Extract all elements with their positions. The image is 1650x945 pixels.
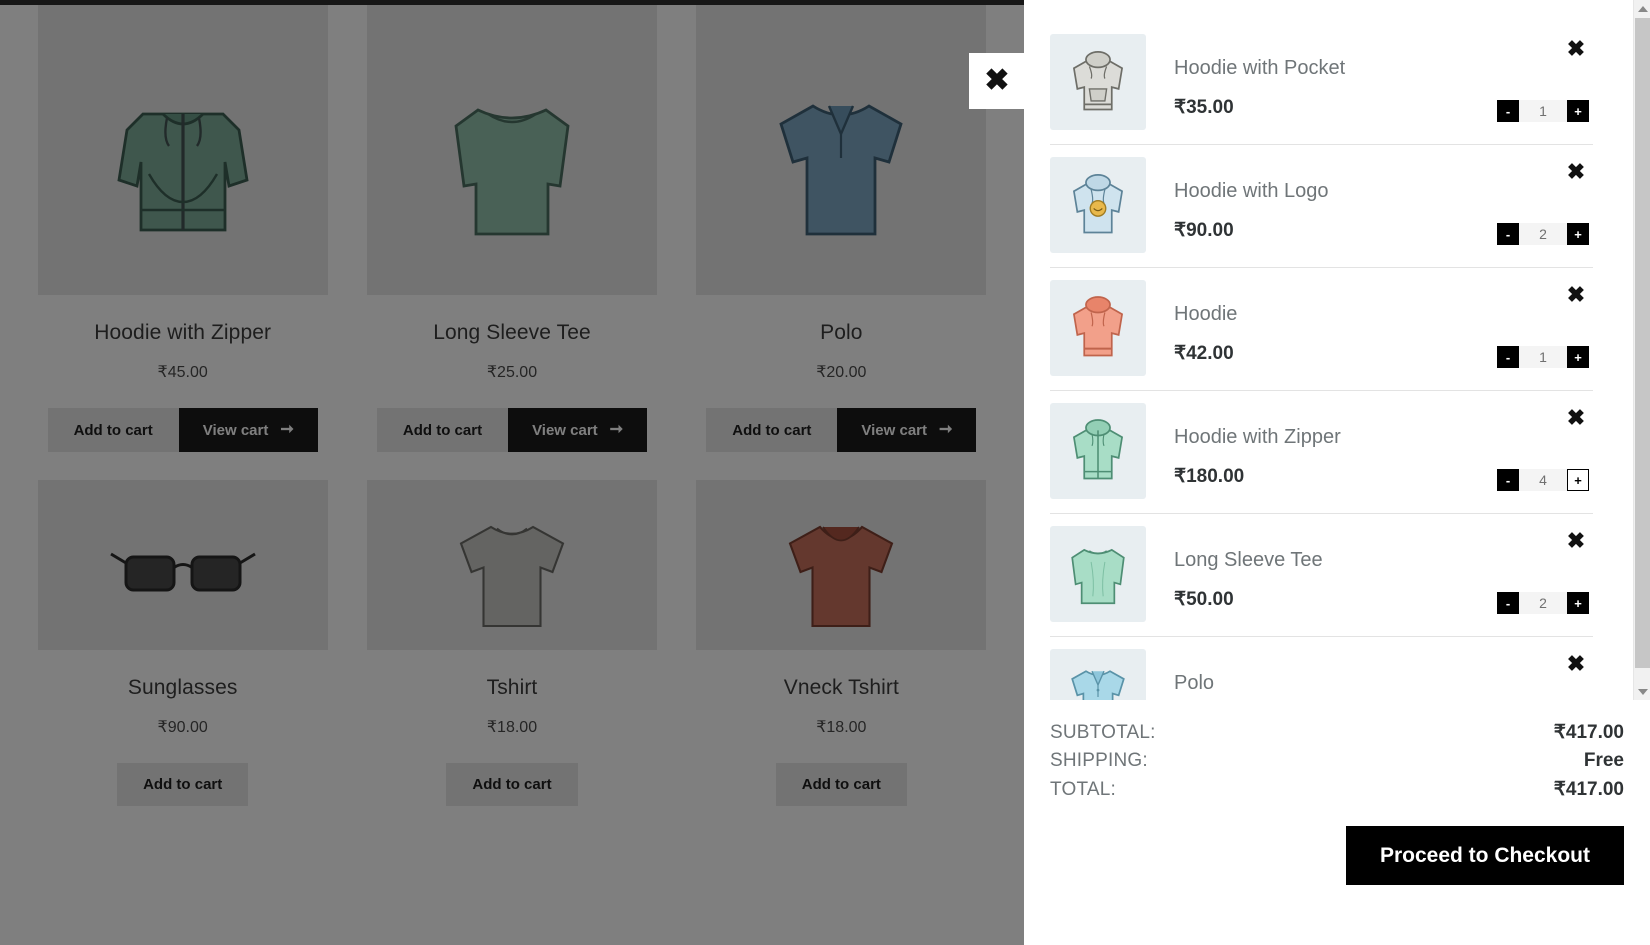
hoodie-with-logo-thumbnail bbox=[1050, 157, 1146, 253]
hoodie-with-zipper-thumbnail bbox=[1050, 403, 1146, 499]
total-label: SUBTOTAL: bbox=[1050, 722, 1156, 744]
increase-quantity-button[interactable]: + bbox=[1567, 223, 1589, 245]
quantity-stepper: - 1 + bbox=[1497, 346, 1589, 368]
total-value: ₹417.00 bbox=[1554, 721, 1624, 744]
close-cart-button[interactable]: ✖ bbox=[969, 53, 1025, 109]
cart-item-row: Long Sleeve Tee ₹50.00 ✖ - 2 + bbox=[1050, 514, 1593, 637]
close-icon: ✖ bbox=[984, 66, 1009, 96]
cart-item-name: Hoodie with Logo bbox=[1174, 179, 1593, 203]
decrease-quantity-button[interactable]: - bbox=[1497, 592, 1519, 614]
cart-totals: SUBTOTAL: ₹417.00 SHIPPING: Free TOTAL: … bbox=[1024, 700, 1650, 804]
total-label: SHIPPING: bbox=[1050, 750, 1148, 772]
cart-item-name: Polo bbox=[1174, 671, 1593, 695]
quantity-value[interactable]: 4 bbox=[1519, 469, 1567, 491]
decrease-quantity-button[interactable]: - bbox=[1497, 100, 1519, 122]
cart-scrollbar[interactable] bbox=[1633, 0, 1650, 700]
close-icon: ✖ bbox=[1567, 282, 1585, 307]
cart-side-panel: Hoodie with Pocket ₹35.00 ✖ - 1 + Hoodie… bbox=[1024, 0, 1650, 945]
cart-item-name: Hoodie with Pocket bbox=[1174, 56, 1593, 80]
quantity-value[interactable]: 1 bbox=[1519, 100, 1567, 122]
close-icon: ✖ bbox=[1567, 405, 1585, 430]
scroll-down-arrow-icon[interactable] bbox=[1634, 683, 1650, 700]
quantity-stepper: - 1 + bbox=[1497, 100, 1589, 122]
remove-item-button[interactable]: ✖ bbox=[1563, 36, 1589, 62]
proceed-to-checkout-button[interactable]: Proceed to Checkout bbox=[1346, 826, 1624, 885]
remove-item-button[interactable]: ✖ bbox=[1563, 282, 1589, 308]
scrollbar-thumb[interactable] bbox=[1635, 18, 1650, 668]
cart-items-scroll-area: Hoodie with Pocket ₹35.00 ✖ - 1 + Hoodie… bbox=[1024, 0, 1650, 700]
total-row: SUBTOTAL: ₹417.00 bbox=[1050, 718, 1624, 747]
quantity-value[interactable]: 1 bbox=[1519, 346, 1567, 368]
scroll-up-arrow-icon[interactable] bbox=[1634, 0, 1650, 17]
cart-item-row: Hoodie ₹42.00 ✖ - 1 + bbox=[1050, 268, 1593, 391]
cart-item-row: Polo ₹20.00 ✖ - 1 + bbox=[1050, 637, 1593, 700]
total-row: SHIPPING: Free bbox=[1050, 747, 1624, 775]
total-value: Free bbox=[1584, 750, 1624, 772]
close-icon: ✖ bbox=[1567, 651, 1585, 676]
increase-quantity-button[interactable]: + bbox=[1567, 100, 1589, 122]
increase-quantity-button[interactable]: + bbox=[1567, 346, 1589, 368]
quantity-stepper: - 2 + bbox=[1497, 592, 1589, 614]
cart-item-details: Polo ₹20.00 bbox=[1146, 649, 1593, 700]
close-icon: ✖ bbox=[1567, 36, 1585, 61]
close-icon: ✖ bbox=[1567, 528, 1585, 553]
cart-item-name: Hoodie bbox=[1174, 302, 1593, 326]
long-sleeve-tee-thumbnail bbox=[1050, 526, 1146, 622]
checkout-area: Proceed to Checkout bbox=[1024, 804, 1650, 885]
cart-item-name: Hoodie with Zipper bbox=[1174, 425, 1593, 449]
decrease-quantity-button[interactable]: - bbox=[1497, 346, 1519, 368]
remove-item-button[interactable]: ✖ bbox=[1563, 159, 1589, 185]
quantity-value[interactable]: 2 bbox=[1519, 592, 1567, 614]
cart-item-row: Hoodie with Logo ₹90.00 ✖ - 2 + bbox=[1050, 145, 1593, 268]
hoodie-thumbnail bbox=[1050, 280, 1146, 376]
cart-items-list: Hoodie with Pocket ₹35.00 ✖ - 1 + Hoodie… bbox=[1024, 0, 1633, 700]
total-value: ₹417.00 bbox=[1554, 778, 1624, 801]
total-row: TOTAL: ₹417.00 bbox=[1050, 775, 1624, 804]
quantity-value[interactable]: 2 bbox=[1519, 223, 1567, 245]
decrease-quantity-button[interactable]: - bbox=[1497, 223, 1519, 245]
hoodie-with-pocket-thumbnail bbox=[1050, 34, 1146, 130]
increase-quantity-button[interactable]: + bbox=[1567, 592, 1589, 614]
polo-thumbnail bbox=[1050, 649, 1146, 700]
screen: Hoodie with Zipper ₹45.00 Add to cart Vi… bbox=[0, 0, 1650, 945]
decrease-quantity-button[interactable]: - bbox=[1497, 469, 1519, 491]
quantity-stepper: - 4 + bbox=[1497, 469, 1589, 491]
close-icon: ✖ bbox=[1567, 159, 1585, 184]
cart-item-row: Hoodie with Pocket ₹35.00 ✖ - 1 + bbox=[1050, 22, 1593, 145]
cart-item-row: Hoodie with Zipper ₹180.00 ✖ - 4 + bbox=[1050, 391, 1593, 514]
cart-item-name: Long Sleeve Tee bbox=[1174, 548, 1593, 572]
modal-overlay[interactable] bbox=[0, 0, 1024, 945]
remove-item-button[interactable]: ✖ bbox=[1563, 651, 1589, 677]
increase-quantity-button[interactable]: + bbox=[1567, 469, 1589, 491]
remove-item-button[interactable]: ✖ bbox=[1563, 528, 1589, 554]
total-label: TOTAL: bbox=[1050, 779, 1116, 801]
quantity-stepper: - 2 + bbox=[1497, 223, 1589, 245]
remove-item-button[interactable]: ✖ bbox=[1563, 405, 1589, 431]
